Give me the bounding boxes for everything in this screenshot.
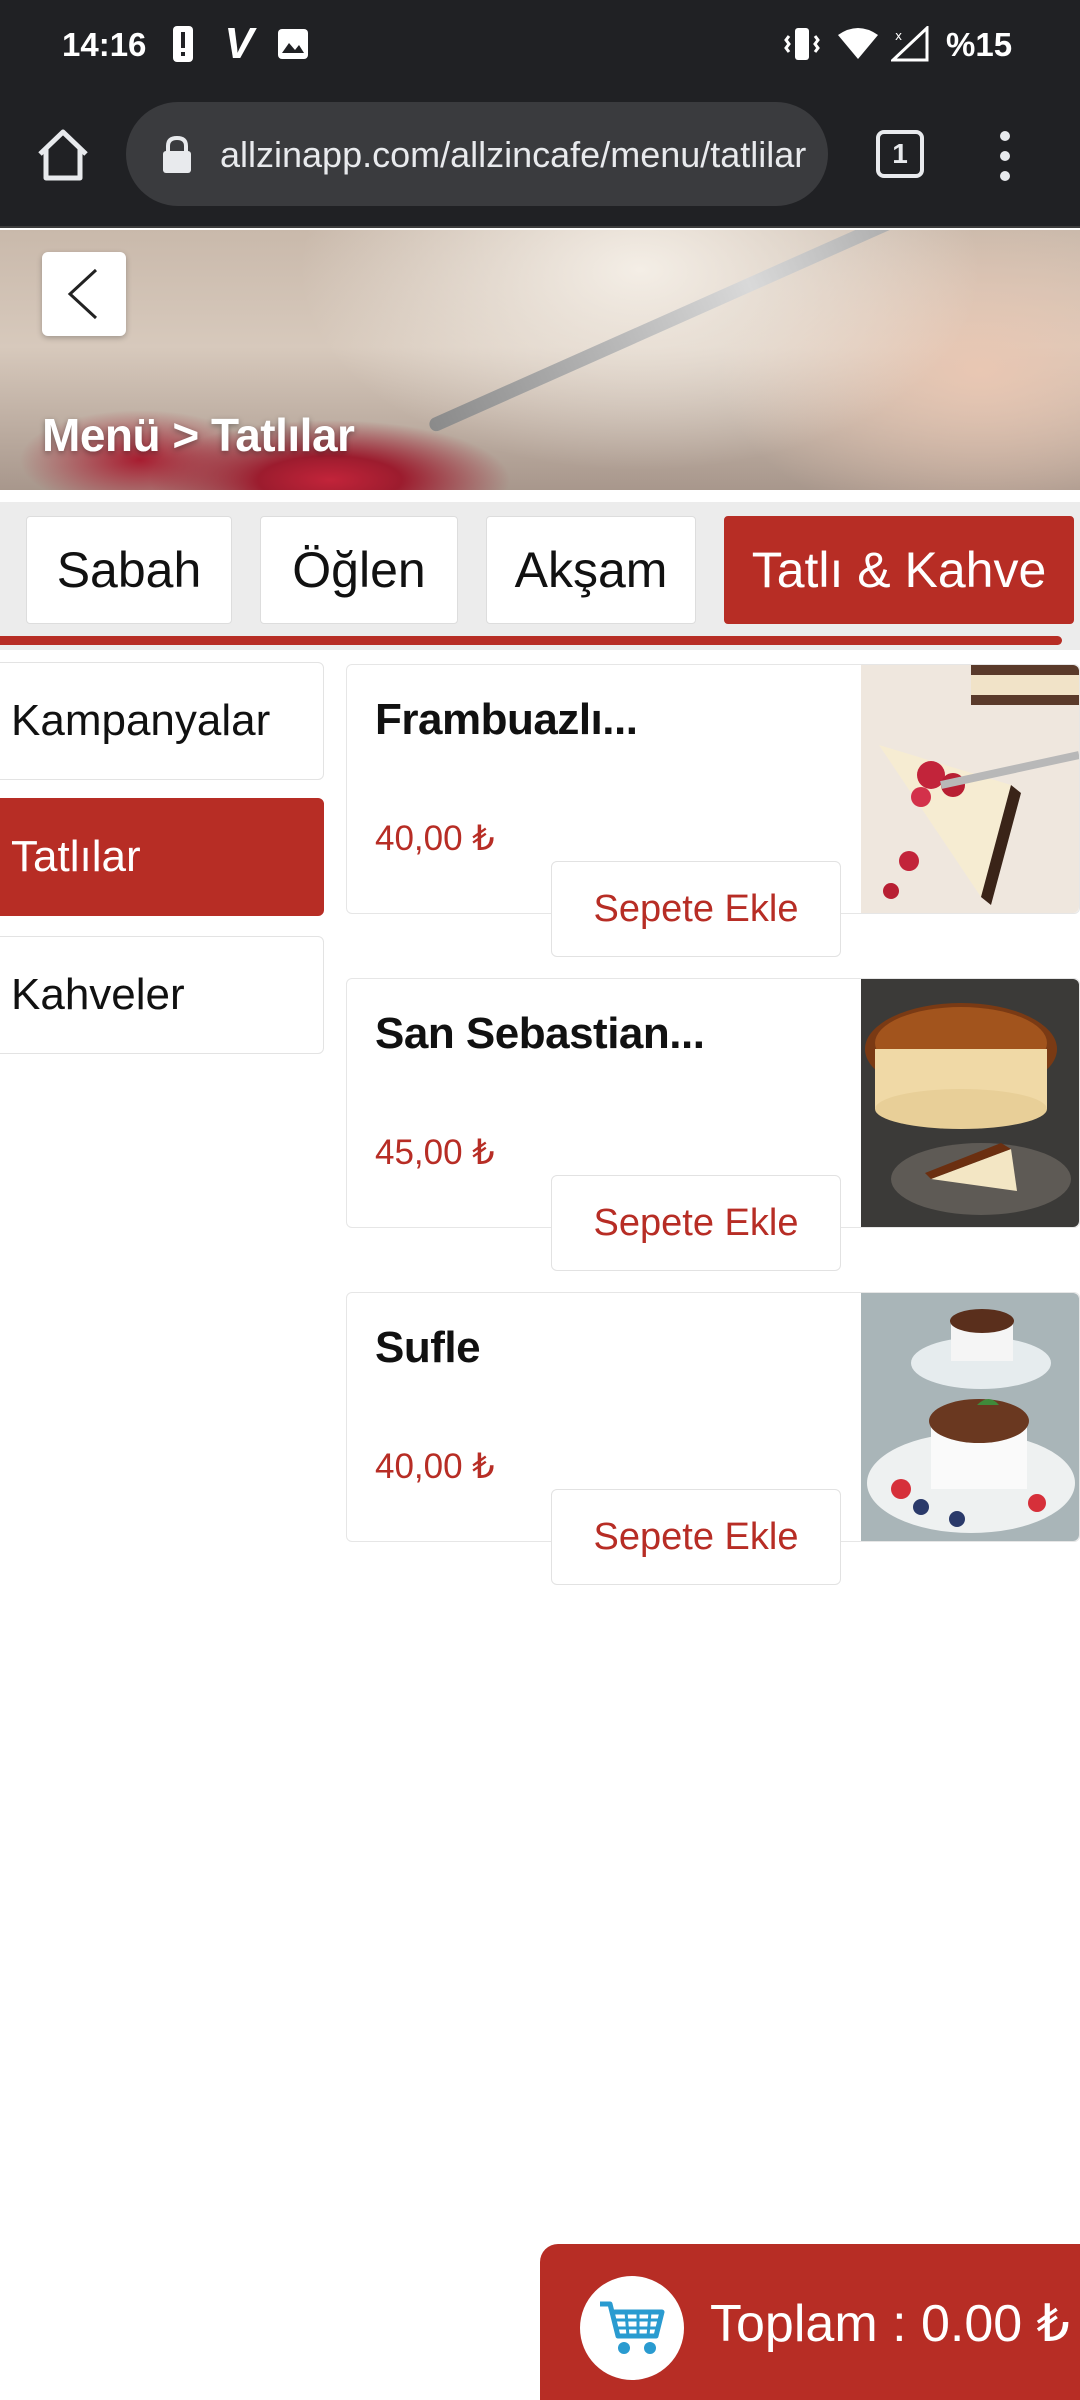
back-button[interactable] xyxy=(42,252,126,336)
lock-icon xyxy=(160,135,194,174)
wifi-icon xyxy=(836,22,880,66)
battery-percent: %15 xyxy=(946,26,1013,63)
cart-icon xyxy=(580,2276,684,2380)
product-name: San Sebastian... xyxy=(375,1009,705,1058)
cart-total-label: Toplam : 0.00 ₺ xyxy=(710,2295,1070,2353)
product-name: Frambuazlı... xyxy=(375,695,638,744)
add-to-cart-button[interactable]: Sepete Ekle xyxy=(551,1489,841,1585)
tabs-underline xyxy=(0,636,1062,645)
vibrate-icon xyxy=(782,22,822,66)
product-price: 45,00 ₺ xyxy=(375,1133,495,1172)
raspberry-cheesecake-image xyxy=(861,665,1079,913)
url-bar[interactable]: allzinapp.com/allzincafe/menu/tatlilar xyxy=(126,102,828,206)
sidebar-item-kampanyalar[interactable]: Kampanyalar xyxy=(0,662,324,780)
sidebar-item-tatlilar[interactable]: Tatlılar xyxy=(0,798,324,916)
chevron-left-icon xyxy=(67,268,98,320)
product-name: Sufle xyxy=(375,1323,481,1372)
tab-sabah[interactable]: Sabah xyxy=(26,516,232,624)
tab-tatli-kahve[interactable]: Tatlı & Kahve xyxy=(724,516,1074,624)
add-to-cart-button[interactable]: Sepete Ekle xyxy=(551,861,841,957)
san-sebastian-cheesecake-image xyxy=(861,979,1079,1227)
home-icon[interactable] xyxy=(34,126,92,184)
v-app-icon: V xyxy=(224,19,254,68)
status-time: 14:16 xyxy=(62,26,147,63)
category-tabs: Sabah Öğlen Akşam Tatlı & Kahve xyxy=(0,502,1080,650)
tab-switcher-button[interactable]: 1 xyxy=(876,130,924,178)
product-card[interactable]: Frambuazlı... 40,00 ₺ Sepete Ekle xyxy=(346,664,1080,957)
signal-icon: x xyxy=(890,22,930,66)
url-text: allzinapp.com/allzincafe/menu/tatlilar xyxy=(220,134,807,175)
hero-banner: Menü > Tatlılar xyxy=(0,230,1080,490)
status-bar: 14:16 V x %15 xyxy=(0,0,1080,90)
image-icon xyxy=(276,22,310,66)
product-card[interactable]: San Sebastian... 45,00 ₺ Sepete Ekle xyxy=(346,978,1080,1271)
browser-toolbar: allzinapp.com/allzincafe/menu/tatlilar 1 xyxy=(0,90,1080,228)
tab-aksam[interactable]: Akşam xyxy=(486,516,696,624)
add-to-cart-button[interactable]: Sepete Ekle xyxy=(551,1175,841,1271)
product-price: 40,00 ₺ xyxy=(375,819,495,858)
tab-oglen[interactable]: Öğlen xyxy=(260,516,458,624)
svg-text:x: x xyxy=(895,29,902,43)
breadcrumb: Menü > Tatlılar xyxy=(42,409,355,461)
more-menu-icon[interactable] xyxy=(990,126,1020,186)
alert-icon xyxy=(170,22,196,66)
product-price: 40,00 ₺ xyxy=(375,1447,495,1486)
cart-total-bar[interactable]: Toplam : 0.00 ₺ xyxy=(540,2244,1080,2400)
sidebar-item-kahveler[interactable]: Kahveler xyxy=(0,936,324,1054)
chocolate-souffle-image xyxy=(861,1293,1079,1541)
hero-fork-decoration xyxy=(427,230,1073,434)
product-card[interactable]: Sufle 40,00 ₺ Sepete Ekle xyxy=(346,1292,1080,1585)
